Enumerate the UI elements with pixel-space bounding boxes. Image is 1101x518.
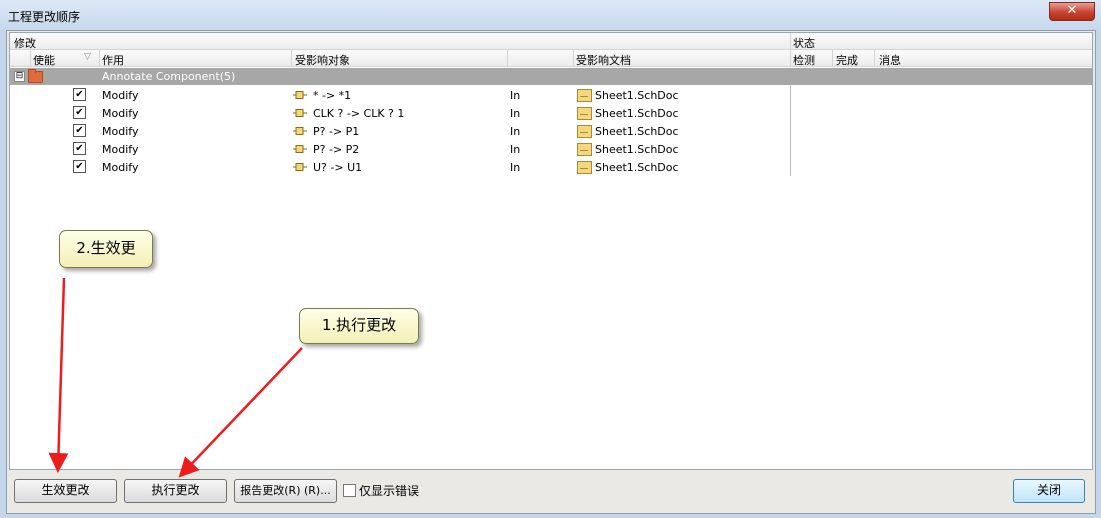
- col-divider: [573, 50, 574, 66]
- only-show-errors-checkbox[interactable]: [343, 484, 356, 497]
- schematic-doc-icon: [577, 143, 592, 156]
- col-header-enable[interactable]: 使能: [33, 52, 55, 68]
- affected-object-cell: P? -> P1: [313, 125, 360, 138]
- header-divider: [790, 33, 791, 49]
- col-divider: [507, 50, 508, 66]
- group-label: Annotate Component(5): [102, 70, 236, 83]
- component-icon: [293, 91, 307, 99]
- table-row[interactable]: ✔ Modify CLK ? -> CLK ? 1 In Sheet1.SchD…: [10, 104, 790, 122]
- table-row[interactable]: ✔ Modify P? -> P2 In Sheet1.SchDoc: [10, 140, 790, 158]
- action-cell: Modify: [102, 161, 139, 174]
- direction-cell: In: [510, 161, 521, 174]
- enable-checkbox[interactable]: ✔: [73, 106, 86, 119]
- report-changes-button[interactable]: 报告更改(R) (R)...: [234, 479, 337, 503]
- direction-cell: In: [510, 125, 521, 138]
- affected-document-cell: Sheet1.SchDoc: [595, 161, 679, 174]
- execute-changes-button[interactable]: 执行更改: [124, 479, 227, 503]
- col-divider: [99, 50, 100, 66]
- close-button[interactable]: 关闭: [1013, 479, 1085, 503]
- schematic-doc-icon: [577, 107, 592, 120]
- validate-changes-button[interactable]: 生效更改: [14, 479, 117, 503]
- group-row-annotate[interactable]: ⊟ Annotate Component(5): [10, 68, 790, 85]
- only-show-errors-label: 仅显示错误: [359, 484, 420, 498]
- action-cell: Modify: [102, 107, 139, 120]
- group-row-status-area: [790, 68, 1092, 85]
- dialog-client: 修改 状态 使能 ▽ 作用 受影响对象 受影响文档 检测 完成 消息 ⊟ Ann…: [6, 30, 1096, 514]
- table-row[interactable]: ✔ Modify P? -> P1 In Sheet1.SchDoc: [10, 122, 790, 140]
- folder-icon: [28, 69, 43, 83]
- affected-document-cell: Sheet1.SchDoc: [595, 107, 679, 120]
- col-header-message[interactable]: 消息: [879, 52, 901, 68]
- col-header-check[interactable]: 检测: [793, 52, 815, 68]
- affected-document-cell: Sheet1.SchDoc: [595, 89, 679, 102]
- enable-checkbox[interactable]: ✔: [73, 124, 86, 137]
- table-row[interactable]: ✔ Modify U? -> U1 In Sheet1.SchDoc: [10, 158, 790, 176]
- affected-object-cell: * -> *1: [313, 89, 352, 102]
- enable-checkbox[interactable]: ✔: [73, 142, 86, 155]
- component-icon: [293, 127, 307, 135]
- enable-checkbox[interactable]: ✔: [73, 88, 86, 101]
- direction-cell: In: [510, 143, 521, 156]
- affected-object-cell: U? -> U1: [313, 161, 363, 174]
- affected-object-cell: CLK ? -> CLK ? 1: [313, 107, 405, 120]
- col-divider: [790, 50, 791, 66]
- component-icon: [293, 145, 307, 153]
- schematic-doc-icon: [577, 89, 592, 102]
- affected-object-cell: P? -> P2: [313, 143, 360, 156]
- col-header-affected-document[interactable]: 受影响文档: [576, 52, 631, 68]
- header-group-modify: 修改: [14, 37, 36, 50]
- changes-grid[interactable]: 修改 状态 使能 ▽ 作用 受影响对象 受影响文档 检测 完成 消息 ⊟ Ann…: [9, 32, 1093, 470]
- direction-cell: In: [510, 89, 521, 102]
- window-title: 工程更改顺序: [8, 10, 81, 24]
- col-divider: [874, 50, 875, 66]
- col-divider: [30, 50, 31, 66]
- col-header-action[interactable]: 作用: [102, 52, 124, 68]
- title-bar: 工程更改顺序 ✕: [0, 0, 1101, 30]
- callout-step2: 2.生效更: [59, 230, 153, 268]
- window-close-button[interactable]: ✕: [1049, 2, 1095, 21]
- schematic-doc-icon: [577, 161, 592, 174]
- action-cell: Modify: [102, 125, 139, 138]
- enable-checkbox[interactable]: ✔: [73, 160, 86, 173]
- affected-document-cell: Sheet1.SchDoc: [595, 143, 679, 156]
- schematic-doc-icon: [577, 125, 592, 138]
- collapse-icon[interactable]: ⊟: [14, 71, 25, 82]
- status-column-divider: [790, 84, 791, 176]
- action-cell: Modify: [102, 143, 139, 156]
- component-icon: [293, 163, 307, 171]
- col-divider: [291, 50, 292, 66]
- col-divider: [832, 50, 833, 66]
- sort-filter-icon[interactable]: ▽: [84, 52, 91, 62]
- col-header-done[interactable]: 完成: [836, 52, 858, 68]
- action-cell: Modify: [102, 89, 139, 102]
- component-icon: [293, 109, 307, 117]
- affected-document-cell: Sheet1.SchDoc: [595, 125, 679, 138]
- header-group-row: 修改 状态: [10, 33, 1092, 50]
- header-column-row: 使能 ▽ 作用 受影响对象 受影响文档 检测 完成 消息: [10, 50, 1092, 67]
- table-row[interactable]: ✔ Modify * -> *1 In Sheet1.SchDoc: [10, 86, 790, 104]
- header-group-status: 状态: [793, 37, 815, 50]
- direction-cell: In: [510, 107, 521, 120]
- callout-step1: 1.执行更改: [299, 308, 419, 344]
- col-header-affected-object[interactable]: 受影响对象: [295, 52, 350, 68]
